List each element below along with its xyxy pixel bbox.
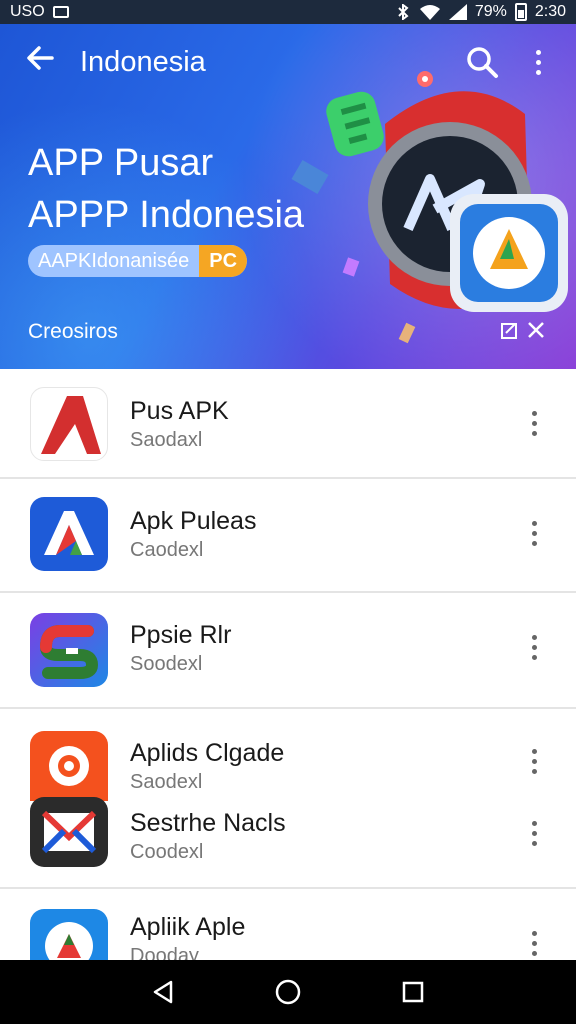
green-s-icon [30,613,108,687]
item-menu-button[interactable] [520,923,548,963]
blue-a-icon [30,497,108,571]
nav-recents-button[interactable] [393,972,433,1012]
app-name: Ppsie Rlr [130,621,232,649]
divider [0,707,576,709]
notification-icon [52,6,69,18]
app-subtitle: Caodexl [130,539,204,561]
hero-banner: Indonesia APP Pusar APPP Indonesia AAPKI… [0,24,576,369]
list-item[interactable]: Ppsie Rlr Soodexl [0,607,576,703]
app-subtitle: Soodexl [130,653,203,675]
hero-subtitle: Creosiros [28,320,118,343]
signal-icon [448,4,467,20]
app-name: Apk Puleas [130,507,257,535]
status-left-text: USO [10,3,45,20]
item-menu-button[interactable] [520,741,548,781]
list-item[interactable]: Pus APK Saodaxl [0,383,576,479]
edit-icon [501,323,517,339]
hero-pill-text: AAPKIdonanisée [38,249,190,272]
app-subtitle: Coodexl [130,841,204,863]
list-item[interactable]: Apliik Aple Dooday [0,907,576,963]
page-title: Indonesia [80,45,206,78]
square-recents-icon [403,981,424,1003]
list-item[interactable]: Aplids Clgade Saodexl [0,729,576,801]
nav-back-button[interactable] [143,972,183,1012]
bluetooth-icon [398,4,409,20]
list-item[interactable]: Apk Puleas Caodexl [0,493,576,589]
app-name: Aplids Clgade [130,739,285,767]
hero-pill[interactable]: AAPKIdonanisée PC [28,245,248,277]
app-subtitle: Saodexl [130,771,203,793]
red-a-icon [30,387,108,461]
orange-eye-icon [30,731,108,801]
compass-icon [30,909,108,963]
app-subtitle: Saodaxl [130,429,203,451]
envelope-icon [30,797,108,867]
hero-title-line2: APPP Indonesia [28,194,305,236]
clock: 2:30 [534,3,566,20]
status-bar: USO 79% 2:30 [0,0,576,24]
item-menu-button[interactable] [520,513,548,553]
triangle-back-icon [153,980,172,1004]
item-menu-button[interactable] [520,403,548,443]
hero-illustration [291,71,568,344]
app-name: Apliik Aple [130,913,246,941]
item-menu-button[interactable] [520,813,548,853]
app-name: Sestrhe Nacls [130,809,286,837]
app-name: Pus APK [130,397,229,425]
divider [0,477,576,479]
hero-dismiss-button[interactable] [500,320,546,340]
battery-icon [514,3,527,21]
hero-title: APP Pusar APPP Indonesia [28,137,304,241]
hero-title-line1: APP Pusar [28,142,214,184]
circle-home-icon [275,979,301,1005]
list-item[interactable]: Sestrhe Nacls Coodexl [0,797,576,877]
battery-percent: 79% [474,3,507,20]
nav-home-button[interactable] [268,972,308,1012]
close-icon [528,322,544,338]
divider [0,591,576,593]
navigation-bar [0,960,576,1024]
wifi-icon [419,5,440,20]
arrow-back-icon [27,46,54,70]
item-menu-button[interactable] [520,627,548,667]
back-button[interactable] [20,42,60,82]
hero-pill-badge: PC [199,245,248,277]
divider [0,887,576,889]
